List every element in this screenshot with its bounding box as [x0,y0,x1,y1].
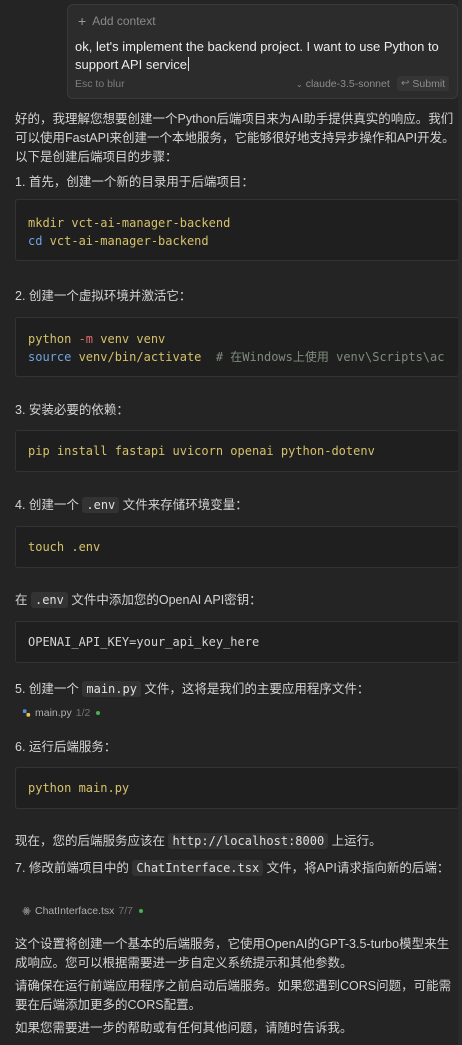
file-ref-version: 7/7 [118,905,133,917]
file-ref-version: 1/2 [75,707,91,719]
model-selector[interactable]: ⌄ claude-3.5-sonnet [296,78,390,90]
python-file-icon [22,709,31,717]
scrollbar[interactable] [458,0,462,1045]
summary-paragraph-1: 这个设置将创建一个基本的后端服务，它使用OpenAI的GPT-3.5-turbo… [15,937,450,970]
step-5-text: 5. 创建一个 main.py 文件，这将是我们的主要应用程序文件： [15,681,370,697]
submit-label: Submit [412,77,446,90]
add-context-label: Add context [92,14,156,28]
status-dot-icon [138,909,143,913]
file-ref-name: main.py [35,707,72,719]
enter-icon: ↩ [401,78,410,89]
summary-paragraph-3: 如果您需要进一步的帮助或有任何其他问题，请随时告诉我。 [15,1021,353,1035]
step-1-text: 1. 首先，创建一个新的目录用于后端项目： [15,175,254,189]
summary-paragraph-2: 请确保在运行前端应用程序之前启动后端服务。如果您遇到CORS问题，可能需要在后端… [15,979,452,1012]
code-block-venv[interactable]: python -m venv venv source venv/bin/acti… [15,317,459,377]
code-block-env[interactable]: OPENAI_API_KEY=your_api_key_here [15,621,459,663]
model-label: claude-3.5-sonnet [305,78,390,90]
esc-hint: Esc to blur [75,78,125,90]
file-ref-chatinterface[interactable]: ChatInterface.tsx 7/7 [22,905,143,917]
status-dot-icon [96,711,101,715]
react-file-icon [22,907,31,915]
code-block-run[interactable]: python main.py [15,767,459,809]
running-text: 现在，您的后端服务应该在 http://localhost:8000 上运行。 [15,833,382,849]
text-caret [188,57,189,71]
prompt-input[interactable]: ok, let's implement the backend project.… [75,38,453,74]
step-6-text: 6. 运行后端服务： [15,740,117,754]
code-block-mkdir[interactable]: mkdir vct-ai-manager-backend cd vct-ai-m… [15,199,459,261]
code-block-pip[interactable]: pip install fastapi uvicorn openai pytho… [15,430,459,472]
add-context-button[interactable]: + Add context [78,14,156,28]
env-instruction-text: 在 .env 文件中添加您的OpenAI API密钥： [15,592,262,608]
code-block-touch[interactable]: touch .env [15,526,459,568]
step-3-text: 3. 安装必要的依赖： [15,403,129,417]
step-4-text: 4. 创建一个 .env 文件来存储环境变量： [15,497,248,513]
chevron-down-icon: ⌄ [296,79,303,89]
chat-input-box[interactable]: + Add context ok, let's implement the ba… [67,4,458,99]
plus-icon: + [78,13,87,29]
step-7-text: 7. 修改前端项目中的 ChatInterface.tsx 文件，将API请求指… [15,860,450,876]
response-intro: 好的，我理解您想要创建一个Python后端项目来为AI助手提供真实的响应。我们可… [15,112,455,164]
submit-button[interactable]: ↩ Submit [397,76,450,91]
step-2-text: 2. 创建一个虚拟环境并激活它： [15,289,192,303]
file-ref-name: ChatInterface.tsx [35,905,115,917]
file-ref-main-py[interactable]: main.py 1/2 [22,707,101,719]
